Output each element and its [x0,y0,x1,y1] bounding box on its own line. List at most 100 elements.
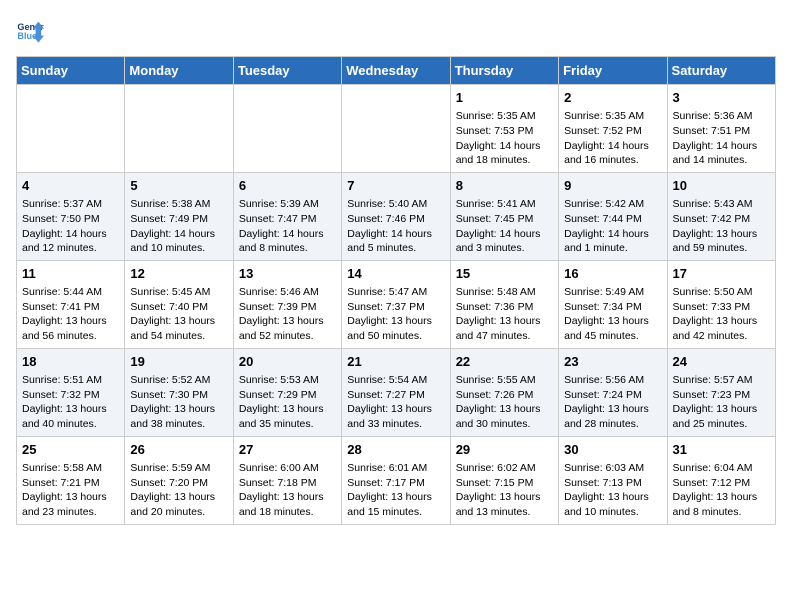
day-info: Sunrise: 5:35 AM Sunset: 7:52 PM Dayligh… [564,109,661,168]
calendar-cell: 23 Sunrise: 5:56 AM Sunset: 7:24 PM Dayli… [559,348,667,436]
day-number: 1 [456,89,553,107]
calendar-cell: 25 Sunrise: 5:58 AM Sunset: 7:21 PM Dayli… [17,436,125,524]
calendar-cell: 12Sunrise: 5:45 AM Sunset: 7:40 PM Dayli… [125,260,233,348]
day-info: Sunrise: 5:36 AM Sunset: 7:51 PM Dayligh… [673,109,770,168]
calendar-table: SundayMondayTuesdayWednesdayThursdayFrid… [16,56,776,525]
day-number: 19 [130,353,227,371]
calendar-cell: 3 Sunrise: 5:36 AM Sunset: 7:51 PM Daylig… [667,85,775,173]
logo-icon: General Blue [16,16,44,44]
calendar-cell: 6 Sunrise: 5:39 AM Sunset: 7:47 PM Daylig… [233,172,341,260]
calendar-cell: 30 Sunrise: 6:03 AM Sunset: 7:13 PM Dayli… [559,436,667,524]
calendar-cell: 8Sunrise: 5:41 AM Sunset: 7:45 PM Daylig… [450,172,558,260]
day-info: Sunrise: 5:54 AM Sunset: 7:27 PM Dayligh… [347,373,444,432]
calendar-cell: 19 Sunrise: 5:52 AM Sunset: 7:30 PM Dayli… [125,348,233,436]
day-number: 7 [347,177,444,195]
day-info: Sunrise: 5:51 AM Sunset: 7:32 PM Dayligh… [22,373,119,432]
day-number: 5 [130,177,227,195]
calendar-header-row: SundayMondayTuesdayWednesdayThursdayFrid… [17,57,776,85]
day-info: Sunrise: 5:48 AM Sunset: 7:36 PM Dayligh… [456,285,553,344]
day-number: 6 [239,177,336,195]
day-number: 27 [239,441,336,459]
day-info: Sunrise: 6:01 AM Sunset: 7:17 PM Dayligh… [347,461,444,520]
day-info: Sunrise: 5:55 AM Sunset: 7:26 PM Dayligh… [456,373,553,432]
day-info: Sunrise: 5:52 AM Sunset: 7:30 PM Dayligh… [130,373,227,432]
calendar-cell: 24Sunrise: 5:57 AM Sunset: 7:23 PM Dayli… [667,348,775,436]
calendar-cell [233,85,341,173]
page-header: General Blue [16,16,776,44]
calendar-cell: 22 Sunrise: 5:55 AM Sunset: 7:26 PM Dayli… [450,348,558,436]
calendar-cell: 27 Sunrise: 6:00 AM Sunset: 7:18 PM Dayli… [233,436,341,524]
day-number: 20 [239,353,336,371]
calendar-cell: 2 Sunrise: 5:35 AM Sunset: 7:52 PM Daylig… [559,85,667,173]
day-number: 26 [130,441,227,459]
calendar-cell: 5 Sunrise: 5:38 AM Sunset: 7:49 PM Daylig… [125,172,233,260]
day-number: 10 [673,177,770,195]
weekday-header: Wednesday [342,57,450,85]
calendar-cell: 16 Sunrise: 5:49 AM Sunset: 7:34 PM Dayli… [559,260,667,348]
weekday-header: Sunday [17,57,125,85]
day-number: 9 [564,177,661,195]
day-number: 2 [564,89,661,107]
day-number: 21 [347,353,444,371]
calendar-week-row: 11 Sunrise: 5:44 AM Sunset: 7:41 PM Dayli… [17,260,776,348]
day-number: 24 [673,353,770,371]
calendar-cell: 21 Sunrise: 5:54 AM Sunset: 7:27 PM Dayli… [342,348,450,436]
day-info: Sunrise: 5:42 AM Sunset: 7:44 PM Dayligh… [564,197,661,256]
calendar-cell: 10 Sunrise: 5:43 AM Sunset: 7:42 PM Dayli… [667,172,775,260]
day-info: Sunrise: 5:50 AM Sunset: 7:33 PM Dayligh… [673,285,770,344]
logo: General Blue [16,16,48,44]
day-info: Sunrise: 6:02 AM Sunset: 7:15 PM Dayligh… [456,461,553,520]
calendar-week-row: 18Sunrise: 5:51 AM Sunset: 7:32 PM Dayli… [17,348,776,436]
calendar-cell: 17 Sunrise: 5:50 AM Sunset: 7:33 PM Dayli… [667,260,775,348]
weekday-header: Monday [125,57,233,85]
day-number: 31 [673,441,770,459]
calendar-cell: 29 Sunrise: 6:02 AM Sunset: 7:15 PM Dayli… [450,436,558,524]
day-info: Sunrise: 5:58 AM Sunset: 7:21 PM Dayligh… [22,461,119,520]
calendar-cell [17,85,125,173]
day-number: 22 [456,353,553,371]
calendar-cell: 20 Sunrise: 5:53 AM Sunset: 7:29 PM Dayli… [233,348,341,436]
calendar-cell: 9 Sunrise: 5:42 AM Sunset: 7:44 PM Daylig… [559,172,667,260]
day-number: 3 [673,89,770,107]
calendar-cell: 11 Sunrise: 5:44 AM Sunset: 7:41 PM Dayli… [17,260,125,348]
day-info: Sunrise: 5:41 AM Sunset: 7:45 PM Dayligh… [456,197,553,256]
day-number: 29 [456,441,553,459]
day-number: 11 [22,265,119,283]
calendar-cell [342,85,450,173]
calendar-cell: 4Sunrise: 5:37 AM Sunset: 7:50 PM Daylig… [17,172,125,260]
day-info: Sunrise: 5:43 AM Sunset: 7:42 PM Dayligh… [673,197,770,256]
day-info: Sunrise: 5:56 AM Sunset: 7:24 PM Dayligh… [564,373,661,432]
day-number: 16 [564,265,661,283]
calendar-cell: 1Sunrise: 5:35 AM Sunset: 7:53 PM Daylig… [450,85,558,173]
calendar-cell: 15 Sunrise: 5:48 AM Sunset: 7:36 PM Dayli… [450,260,558,348]
day-number: 12 [130,265,227,283]
day-info: Sunrise: 5:38 AM Sunset: 7:49 PM Dayligh… [130,197,227,256]
calendar-cell [125,85,233,173]
day-info: Sunrise: 5:49 AM Sunset: 7:34 PM Dayligh… [564,285,661,344]
day-number: 14 [347,265,444,283]
calendar-cell: 14 Sunrise: 5:47 AM Sunset: 7:37 PM Dayli… [342,260,450,348]
calendar-week-row: 25 Sunrise: 5:58 AM Sunset: 7:21 PM Dayli… [17,436,776,524]
day-number: 25 [22,441,119,459]
weekday-header: Saturday [667,57,775,85]
day-number: 30 [564,441,661,459]
day-info: Sunrise: 5:47 AM Sunset: 7:37 PM Dayligh… [347,285,444,344]
day-info: Sunrise: 5:44 AM Sunset: 7:41 PM Dayligh… [22,285,119,344]
calendar-cell: 26 Sunrise: 5:59 AM Sunset: 7:20 PM Dayli… [125,436,233,524]
day-number: 13 [239,265,336,283]
day-info: Sunrise: 5:53 AM Sunset: 7:29 PM Dayligh… [239,373,336,432]
day-number: 15 [456,265,553,283]
day-number: 23 [564,353,661,371]
day-info: Sunrise: 6:03 AM Sunset: 7:13 PM Dayligh… [564,461,661,520]
calendar-week-row: 4Sunrise: 5:37 AM Sunset: 7:50 PM Daylig… [17,172,776,260]
day-number: 28 [347,441,444,459]
day-number: 4 [22,177,119,195]
day-info: Sunrise: 6:00 AM Sunset: 7:18 PM Dayligh… [239,461,336,520]
day-number: 17 [673,265,770,283]
calendar-cell: 13 Sunrise: 5:46 AM Sunset: 7:39 PM Dayli… [233,260,341,348]
day-info: Sunrise: 5:39 AM Sunset: 7:47 PM Dayligh… [239,197,336,256]
weekday-header: Thursday [450,57,558,85]
day-info: Sunrise: 5:46 AM Sunset: 7:39 PM Dayligh… [239,285,336,344]
calendar-cell: 31Sunrise: 6:04 AM Sunset: 7:12 PM Dayli… [667,436,775,524]
day-info: Sunrise: 5:59 AM Sunset: 7:20 PM Dayligh… [130,461,227,520]
